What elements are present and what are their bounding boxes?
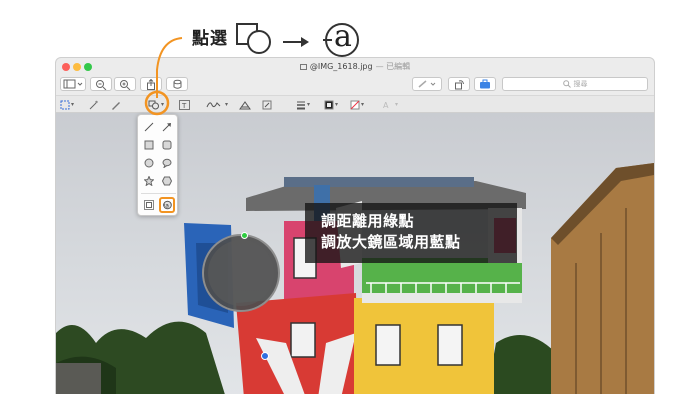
window-title-text: @IMG_1618.jpg (309, 62, 373, 71)
line-style-tool[interactable]: ▾ (296, 99, 310, 110)
fill-color-tool[interactable]: ▾ (350, 99, 364, 110)
menu-divider (141, 193, 176, 194)
instruction-caption: 調距離用綠點 調放大鏡區域用藍點 (305, 203, 517, 263)
rectangle-shape[interactable] (142, 139, 156, 151)
mask-shape[interactable] (142, 199, 156, 211)
loupe-shape[interactable]: a (159, 197, 175, 213)
adjust-color-icon (239, 100, 251, 109)
window-title: @IMG_1618.jpg — 已編輯 (56, 61, 654, 72)
zoom-in-icon (120, 79, 131, 90)
sketch-icon (112, 101, 120, 110)
line-style-icon (297, 101, 305, 109)
rotate-icon (454, 79, 464, 89)
search-icon (562, 80, 571, 88)
mask-icon (144, 200, 154, 210)
star-shape[interactable] (142, 175, 156, 187)
arrow-shape[interactable] (160, 121, 174, 133)
hexagon-shape[interactable] (160, 175, 174, 187)
oval-shape[interactable] (142, 157, 156, 169)
svg-text:T: T (181, 102, 187, 110)
pen-icon (418, 80, 436, 88)
zoom-out-icon (96, 79, 107, 90)
text-box-icon: T (179, 99, 190, 110)
rounded-rectangle-shape[interactable] (160, 139, 174, 151)
toolbox-icon (480, 79, 490, 89)
caption-line-2: 調放大鏡區域用藍點 (321, 233, 461, 251)
selection-tool[interactable]: ▾ (60, 99, 74, 110)
magic-wand-icon (89, 100, 98, 109)
shapes-icon (148, 100, 159, 109)
shapes-tool[interactable]: ▾ (148, 99, 164, 110)
annotation-label: 點選 (192, 29, 228, 49)
share-button[interactable] (140, 77, 162, 91)
sketch-tool[interactable] (111, 99, 121, 110)
line-icon (144, 122, 154, 132)
resize-icon (262, 100, 272, 109)
zoom-in-button[interactable] (114, 77, 136, 91)
adjust-size-tool[interactable] (262, 99, 272, 110)
adjust-color-tool[interactable] (239, 99, 251, 110)
search-field[interactable]: 搜尋 (502, 77, 648, 91)
loupe-size-handle[interactable] (261, 352, 269, 360)
sidebar-icon (63, 79, 83, 89)
zoom-out-button[interactable] (90, 77, 112, 91)
sidebar-view-button[interactable] (60, 77, 86, 91)
speech-bubble-icon (162, 158, 172, 168)
title-bar: @IMG_1618.jpg — 已編輯 (56, 58, 654, 78)
signature-icon (206, 101, 221, 107)
text-tool[interactable]: T (179, 99, 190, 110)
fill-color-icon (350, 100, 360, 109)
text-style-icon: A (383, 101, 389, 110)
markup-icon (173, 79, 181, 89)
arrow-icon (162, 123, 171, 132)
sign-tool[interactable]: ▾ (206, 99, 228, 110)
rotate-button[interactable] (448, 77, 470, 91)
text-style-tool: A ▾ (383, 100, 399, 110)
rect-selection-icon (60, 100, 70, 109)
rounded-rectangle-icon (162, 140, 172, 150)
shapes-icon-large (236, 23, 258, 45)
screenshot-stage: 點選 @IMG_1618.jpg — 已編輯 搜尋 ▾ ▾ T ▾ ▾ ▾ ▾ … (0, 0, 700, 394)
edited-status: — 已編輯 (375, 62, 411, 71)
loupe-dash (323, 39, 332, 41)
toolbox-button[interactable] (474, 77, 496, 91)
shape-menu-popover: a (137, 114, 178, 216)
hexagon-icon (162, 176, 172, 186)
loupe-icon: a (163, 200, 172, 210)
svg-text:a: a (165, 203, 169, 210)
border-color-tool[interactable]: ▾ (324, 99, 338, 110)
annotate-button[interactable] (166, 77, 188, 91)
share-icon (147, 78, 155, 90)
pen-tool-button[interactable] (412, 77, 442, 91)
image-file-icon (299, 64, 307, 70)
rectangle-icon (144, 140, 154, 150)
line-shape[interactable] (142, 121, 156, 133)
svg-text:A: A (383, 101, 389, 110)
caption-line-1: 調距離用綠點 (321, 212, 415, 230)
speech-bubble-shape[interactable] (160, 157, 174, 169)
star-icon (144, 176, 154, 186)
oval-icon (144, 158, 154, 168)
border-color-icon (324, 100, 334, 109)
instant-alpha-tool[interactable] (88, 99, 98, 110)
markup-toolbar: ▾ ▾ T ▾ ▾ ▾ ▾ A ▾ (56, 95, 654, 113)
magnified-letter: a (334, 19, 352, 54)
search-placeholder: 搜尋 (573, 80, 588, 88)
loupe-magnification-handle[interactable] (241, 232, 248, 239)
